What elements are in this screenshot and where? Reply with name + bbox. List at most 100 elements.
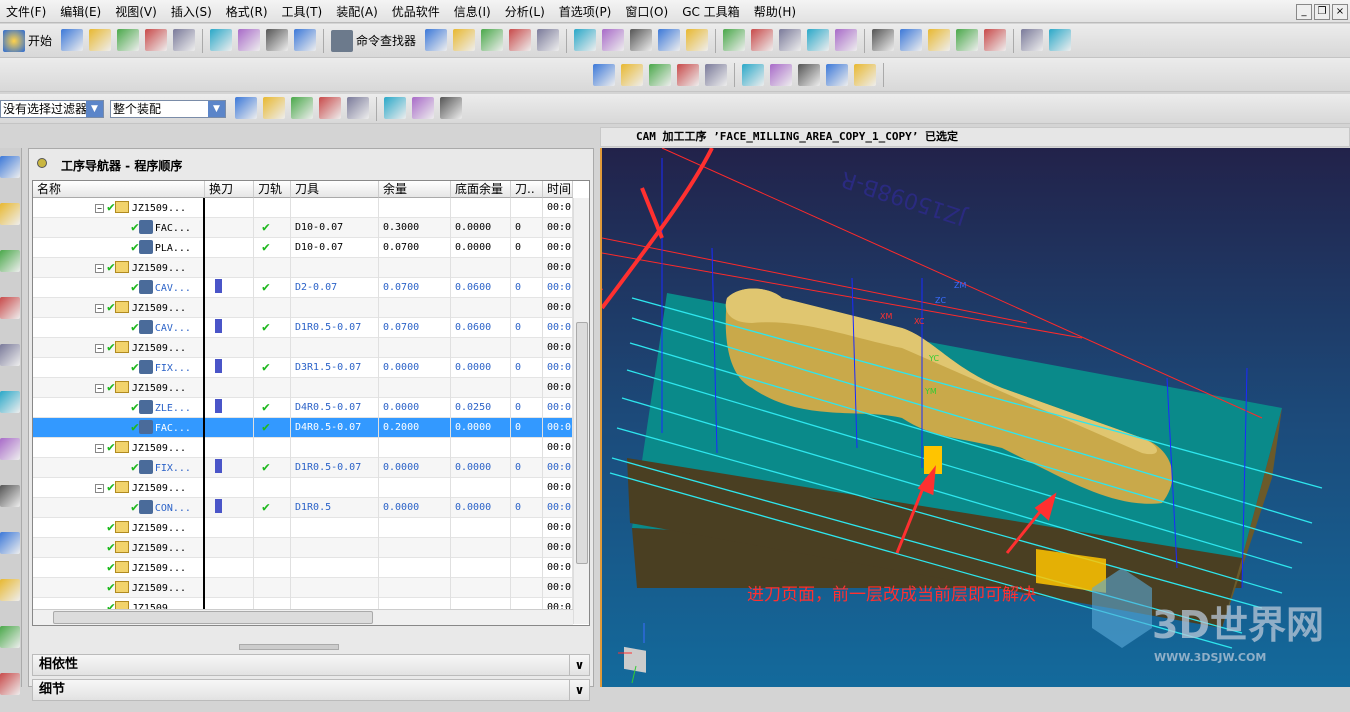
program-group-row[interactable]: − ✔ JZ1509... 00:0 bbox=[33, 258, 573, 278]
chevron-down-icon[interactable]: ∨ bbox=[569, 655, 589, 675]
collapse-icon[interactable]: − bbox=[95, 444, 104, 453]
column-header[interactable]: 余量 bbox=[379, 181, 451, 198]
list-icon[interactable] bbox=[984, 28, 1007, 51]
menu-item[interactable]: 窗口(O) bbox=[619, 3, 676, 20]
column-header[interactable]: 时间 bbox=[543, 181, 573, 198]
operation-nav-icon[interactable] bbox=[0, 297, 20, 319]
column-header[interactable]: 刀轨 bbox=[254, 181, 291, 198]
level-icon[interactable] bbox=[826, 63, 848, 86]
roles-icon[interactable] bbox=[0, 626, 20, 648]
operation-row[interactable]: ✔ CON... ✔ D1R0.5 0.0000 0.0000 0 00:0 bbox=[33, 498, 573, 518]
view-icon[interactable] bbox=[453, 28, 476, 51]
program-group-row[interactable]: ✔ JZ1509... 00:0 bbox=[33, 578, 573, 598]
details-panel[interactable]: 细节 ∨ bbox=[32, 679, 590, 701]
filter-icon[interactable] bbox=[263, 96, 285, 119]
arc-icon[interactable] bbox=[751, 28, 774, 51]
collapse-icon[interactable]: − bbox=[95, 484, 104, 493]
ops-icon[interactable] bbox=[649, 63, 671, 86]
graphics-viewport[interactable]: JZ15098B-R ZM ZC XM XC YC YM 进刀页面，前一层改成当… bbox=[600, 148, 1350, 687]
operation-row[interactable]: ✔ CAV... ✔ D1R0.5-0.07 0.0700 0.0600 0 00:0 bbox=[33, 318, 573, 338]
user-icon[interactable] bbox=[0, 673, 20, 695]
menu-item[interactable]: 首选项(P) bbox=[553, 3, 620, 20]
clock-icon[interactable] bbox=[0, 579, 20, 601]
restore-button[interactable]: ❐ bbox=[1314, 4, 1330, 20]
tool-create-icon[interactable] bbox=[621, 63, 643, 86]
cut-icon[interactable] bbox=[173, 28, 196, 51]
collapse-icon[interactable]: − bbox=[95, 344, 104, 353]
collapse-icon[interactable]: − bbox=[95, 204, 104, 213]
operation-row[interactable]: ✔ ZLE... ✔ D4R0.5-0.07 0.0000 0.0250 0 00:0 bbox=[33, 398, 573, 418]
menu-item[interactable]: 视图(V) bbox=[109, 3, 165, 20]
navigator-pin-icon[interactable] bbox=[37, 158, 47, 168]
generate-icon[interactable] bbox=[509, 28, 532, 51]
command-finder-button[interactable]: 命令查找器 bbox=[356, 32, 416, 49]
part-icon[interactable] bbox=[0, 250, 20, 272]
table-icon[interactable] bbox=[1021, 28, 1044, 51]
scrollbar-thumb[interactable] bbox=[53, 611, 373, 624]
shape-icon[interactable] bbox=[807, 28, 830, 51]
collapse-icon[interactable]: − bbox=[95, 384, 104, 393]
start-button[interactable]: 开始 bbox=[28, 32, 52, 49]
program-group-row[interactable]: − ✔ JZ1509... 00:0 bbox=[33, 378, 573, 398]
menu-item[interactable]: GC 工具箱 bbox=[676, 3, 748, 20]
palette-icon[interactable] bbox=[0, 438, 20, 460]
operation-row[interactable]: ✔ FIX... ✔ D1R0.5-0.07 0.0000 0.0000 0 00:0 bbox=[33, 458, 573, 478]
chevron-down-icon[interactable]: ∨ bbox=[569, 680, 589, 700]
program-group-row[interactable]: − ✔ JZ1509... 00:0 bbox=[33, 298, 573, 318]
program-group-row[interactable]: − ✔ JZ1509... 00:0 bbox=[33, 478, 573, 498]
menu-item[interactable]: 帮助(H) bbox=[748, 3, 804, 20]
select-target-icon[interactable] bbox=[291, 96, 313, 119]
menu-item[interactable]: 装配(A) bbox=[330, 3, 386, 20]
delete-icon[interactable] bbox=[266, 28, 289, 51]
offset-icon[interactable] bbox=[872, 28, 895, 51]
scrollbar-thumb[interactable] bbox=[576, 322, 588, 564]
machine-icon[interactable] bbox=[0, 344, 20, 366]
program-group-row[interactable]: ✔ JZ1509... 00:0 bbox=[33, 518, 573, 538]
horizontal-scrollbar[interactable] bbox=[33, 609, 573, 625]
print-icon[interactable] bbox=[145, 28, 168, 51]
dependencies-panel[interactable]: 相依性 ∨ bbox=[32, 654, 590, 676]
curve-icon[interactable] bbox=[686, 28, 709, 51]
verify-icon[interactable] bbox=[481, 28, 504, 51]
shaded-icon[interactable] bbox=[412, 96, 434, 119]
web-icon[interactable] bbox=[0, 485, 20, 507]
copy-icon[interactable] bbox=[210, 28, 233, 51]
scope-dropdown[interactable]: 整个装配 ▼ bbox=[110, 99, 226, 118]
menu-item[interactable]: 优品软件 bbox=[386, 3, 448, 20]
boundary-icon[interactable] bbox=[742, 63, 764, 86]
method-icon[interactable] bbox=[630, 28, 653, 51]
menu-item[interactable]: 文件(F) bbox=[0, 3, 54, 20]
pattern-icon[interactable] bbox=[770, 63, 792, 86]
assembly-icon[interactable] bbox=[0, 156, 20, 178]
program-group-row[interactable]: ✔ JZ1509... 00:0 bbox=[33, 538, 573, 558]
display-icon[interactable] bbox=[1049, 28, 1072, 51]
reuse-icon[interactable] bbox=[0, 391, 20, 413]
menu-item[interactable]: 工具(T) bbox=[276, 3, 331, 20]
vertical-scrollbar[interactable] bbox=[573, 198, 589, 624]
new-icon[interactable] bbox=[61, 28, 84, 51]
program-group-row[interactable]: − ✔ JZ1509... 00:0 bbox=[33, 198, 573, 218]
tool-icon[interactable] bbox=[574, 28, 597, 51]
column-header[interactable]: 换刀 bbox=[205, 181, 254, 198]
operation-row[interactable]: ✔ FIX... ✔ D3R1.5-0.07 0.0000 0.0000 0 00:0 bbox=[33, 358, 573, 378]
undo-select-icon[interactable] bbox=[319, 96, 341, 119]
program-group-row[interactable]: − ✔ JZ1509... 00:0 bbox=[33, 438, 573, 458]
menu-item[interactable]: 分析(L) bbox=[499, 3, 553, 20]
collapse-icon[interactable]: − bbox=[95, 264, 104, 273]
info-icon[interactable] bbox=[593, 63, 615, 86]
layer-icon[interactable] bbox=[928, 28, 951, 51]
menu-item[interactable]: 编辑(E) bbox=[54, 3, 109, 20]
point-icon[interactable] bbox=[779, 28, 802, 51]
geometry-icon[interactable] bbox=[602, 28, 625, 51]
check-icon[interactable] bbox=[956, 28, 979, 51]
selection-filter-dropdown[interactable]: 没有选择过滤器 ▼ bbox=[0, 99, 104, 118]
operation-row[interactable]: ✔ FAC... ✔ D10-0.07 0.3000 0.0000 0 00:0 bbox=[33, 218, 573, 238]
rectangle-select-icon[interactable] bbox=[384, 96, 406, 119]
drive-icon[interactable] bbox=[705, 63, 727, 86]
menu-item[interactable]: 信息(I) bbox=[448, 3, 499, 20]
open-icon[interactable] bbox=[89, 28, 112, 51]
minimize-button[interactable]: _ bbox=[1296, 4, 1312, 20]
postprocess-icon[interactable] bbox=[537, 28, 560, 51]
line-icon[interactable] bbox=[723, 28, 746, 51]
operation-row[interactable]: ✔ CAV... ✔ D2-0.07 0.0700 0.0600 0 00:0 bbox=[33, 278, 573, 298]
